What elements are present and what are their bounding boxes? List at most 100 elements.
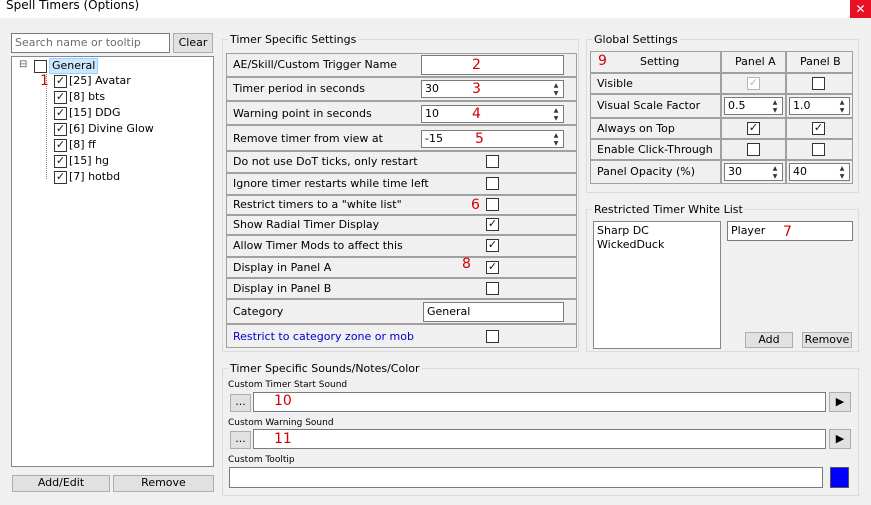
global-setting-header: Setting xyxy=(640,55,680,68)
annotation-11: 11 xyxy=(274,431,292,447)
white-list-checkbox[interactable] xyxy=(486,198,499,211)
sounds-title: Timer Specific Sounds/Notes/Color xyxy=(228,362,422,375)
scale-b-input[interactable]: 1.0 ▲ ▼ xyxy=(789,97,850,115)
restrict-category-checkbox[interactable] xyxy=(486,330,499,343)
tree-item-checkbox[interactable]: ✓ xyxy=(54,171,67,184)
annotation-8: 8 xyxy=(462,256,471,272)
warning-sound-label: Custom Warning Sound xyxy=(228,418,334,428)
no-dot-ticks-checkbox[interactable] xyxy=(486,155,499,168)
trigger-name-input[interactable] xyxy=(421,55,564,75)
spinner-arrows-icon[interactable]: ▲ ▼ xyxy=(769,165,781,181)
start-sound-input[interactable] xyxy=(253,392,826,412)
tree-root-checkbox[interactable] xyxy=(34,60,47,73)
panel-a-checkbox[interactable]: ✓ xyxy=(486,261,499,274)
annotation-9: 9 xyxy=(598,53,607,69)
always-on-top-a-checkbox[interactable]: ✓ xyxy=(747,122,760,135)
tree-item-label[interactable]: [15] hg xyxy=(69,154,109,168)
start-sound-browse-button[interactable]: ... xyxy=(230,394,251,412)
custom-tooltip-input[interactable] xyxy=(229,467,823,488)
check-label: Do not use DoT ticks, only restart xyxy=(233,155,418,168)
panel-b-checkbox[interactable] xyxy=(486,282,499,295)
list-item[interactable]: WickedDuck xyxy=(594,238,720,252)
tree-item-label[interactable]: [8] bts xyxy=(69,90,105,104)
play-start-sound-button[interactable]: ▶ xyxy=(829,392,851,412)
remove-timer-label: Remove timer from view at xyxy=(233,132,383,145)
spinner-arrows-icon[interactable]: ▲ ▼ xyxy=(836,165,848,181)
tree-item-checkbox[interactable]: ✓ xyxy=(54,75,67,88)
check-label: Show Radial Timer Display xyxy=(233,218,380,231)
visual-scale-label: Visual Scale Factor xyxy=(597,99,701,112)
radial-display-checkbox[interactable]: ✓ xyxy=(486,218,499,231)
play-warning-sound-button[interactable]: ▶ xyxy=(829,429,851,449)
white-list-box[interactable]: Sharp DC WickedDuck xyxy=(593,221,721,349)
list-item[interactable]: Sharp DC xyxy=(594,222,720,238)
ignore-restarts-checkbox[interactable] xyxy=(486,177,499,190)
spinner-arrows-icon[interactable]: ▲ ▼ xyxy=(550,107,562,123)
global-panel-a-header: Panel A xyxy=(735,55,776,68)
white-list-remove-button[interactable]: Remove xyxy=(802,332,852,348)
close-button[interactable]: ✕ xyxy=(850,0,871,18)
collapse-icon[interactable]: ⊟ xyxy=(19,59,27,70)
restrict-category-label: Restrict to category zone or mob xyxy=(233,330,414,343)
add-edit-button[interactable]: Add/Edit xyxy=(12,475,110,492)
tree-item-checkbox[interactable]: ✓ xyxy=(54,139,67,152)
always-on-top-b-checkbox[interactable]: ✓ xyxy=(812,122,825,135)
check-label: Ignore timer restarts while time left xyxy=(233,177,429,190)
window-title: Spell Timers (Options) xyxy=(6,0,140,12)
timer-tree[interactable]: ⊟ General ✓ [25] Avatar ✓ [8] bts ✓ [15]… xyxy=(11,56,214,467)
tree-item-checkbox[interactable]: ✓ xyxy=(54,155,67,168)
white-list-title: Restricted Timer White List xyxy=(592,203,745,216)
scale-b-value: 1.0 xyxy=(793,99,811,112)
click-through-b-checkbox[interactable] xyxy=(812,143,825,156)
annotation-6: 6 xyxy=(471,197,480,213)
check-label: Display in Panel B xyxy=(233,282,332,295)
remove-timer-value: -15 xyxy=(425,132,443,145)
tree-item-label[interactable]: [15] DDG xyxy=(69,106,121,120)
spinner-arrows-icon[interactable]: ▲ ▼ xyxy=(836,99,848,115)
check-label: Restrict timers to a "white list" xyxy=(233,198,402,211)
timer-period-input[interactable]: 30 ▲ ▼ xyxy=(421,80,564,98)
warning-sound-browse-button[interactable]: ... xyxy=(230,431,251,449)
timer-mods-checkbox[interactable]: ✓ xyxy=(486,239,499,252)
tree-item-checkbox[interactable]: ✓ xyxy=(54,123,67,136)
tree-item-checkbox[interactable]: ✓ xyxy=(54,91,67,104)
warning-point-input[interactable]: 10 ▲ ▼ xyxy=(421,105,564,123)
start-sound-label: Custom Timer Start Sound xyxy=(228,380,348,390)
trigger-name-label: AE/Skill/Custom Trigger Name xyxy=(233,58,397,71)
spinner-arrows-icon[interactable]: ▲ ▼ xyxy=(769,99,781,115)
search-input[interactable]: Search name or tooltip xyxy=(11,33,170,53)
category-input[interactable]: General xyxy=(423,302,564,322)
tree-item-label[interactable]: [25] Avatar xyxy=(69,74,131,88)
annotation-4: 4 xyxy=(472,106,481,122)
visible-panel-a-checkbox[interactable]: ✓ xyxy=(747,77,760,90)
tree-item-label[interactable]: [6] Divine Glow xyxy=(69,122,154,136)
annotation-5: 5 xyxy=(475,131,484,147)
opacity-b-input[interactable]: 40 ▲ ▼ xyxy=(789,163,850,181)
remove-button[interactable]: Remove xyxy=(113,475,214,492)
tree-item-label[interactable]: [8] ff xyxy=(69,138,96,152)
visible-label: Visible xyxy=(597,77,633,90)
annotation-3: 3 xyxy=(472,81,481,97)
clear-button[interactable]: Clear xyxy=(173,33,213,53)
tree-item-label[interactable]: [7] hotbd xyxy=(69,170,120,184)
timer-settings-title: Timer Specific Settings xyxy=(228,33,359,46)
click-through-label: Enable Click-Through xyxy=(597,143,713,156)
spinner-arrows-icon[interactable]: ▲ ▼ xyxy=(550,82,562,98)
always-on-top-label: Always on Top xyxy=(597,122,675,135)
click-through-a-checkbox[interactable] xyxy=(747,143,760,156)
check-label: Display in Panel A xyxy=(233,261,332,274)
scale-a-input[interactable]: 0.5 ▲ ▼ xyxy=(724,97,783,115)
tree-item-checkbox[interactable]: ✓ xyxy=(54,107,67,120)
tree-root-label[interactable]: General xyxy=(49,58,99,74)
visible-panel-b-checkbox[interactable] xyxy=(812,77,825,90)
panel-opacity-label: Panel Opacity (%) xyxy=(597,165,696,178)
annotation-2: 2 xyxy=(472,57,481,73)
spinner-arrows-icon[interactable]: ▲ ▼ xyxy=(550,132,562,148)
warning-sound-input[interactable] xyxy=(253,429,826,449)
warning-point-value: 10 xyxy=(425,107,439,120)
opacity-a-input[interactable]: 30 ▲ ▼ xyxy=(724,163,783,181)
white-list-add-button[interactable]: Add xyxy=(745,332,793,348)
remove-timer-input[interactable]: -15 ▲ ▼ xyxy=(421,130,564,148)
color-swatch-button[interactable] xyxy=(830,467,849,488)
check-label: Allow Timer Mods to affect this xyxy=(233,239,403,252)
